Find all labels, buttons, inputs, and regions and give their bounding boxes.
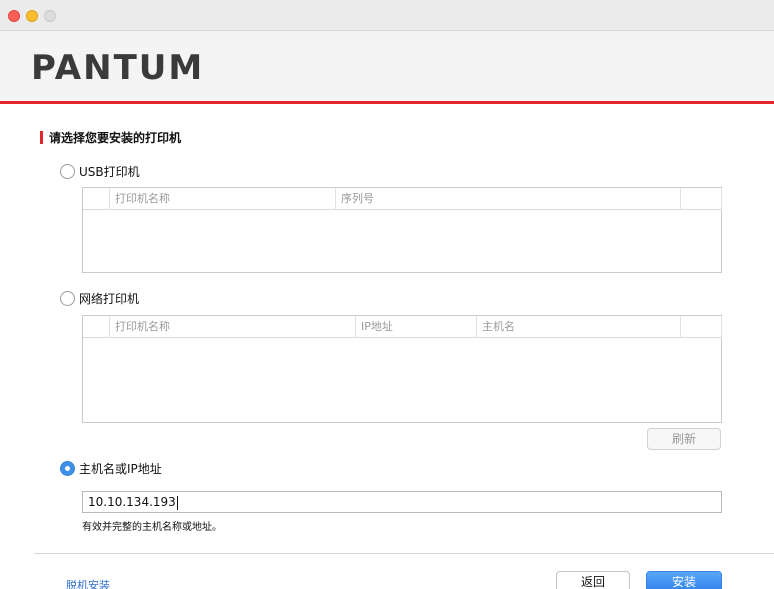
footer-divider — [34, 553, 774, 554]
back-button[interactable]: 返回 — [556, 571, 630, 589]
section-title-marker — [40, 131, 43, 144]
usb-column-blank — [680, 188, 722, 210]
pantum-logo: PANTUM — [31, 48, 205, 88]
app-header: PANTUM — [0, 31, 774, 101]
section-title-text: 请选择您要安装的打印机 — [49, 131, 182, 145]
header-accent-line — [0, 101, 774, 104]
host-ip-input[interactable]: 10.10.134.193 — [82, 491, 722, 513]
window-minimize-button[interactable] — [26, 10, 38, 22]
usb-printer-option[interactable]: USB打印机 — [60, 163, 140, 180]
usb-printer-table[interactable]: 打印机名称 序列号 — [82, 187, 722, 273]
host-ip-label: 主机名或IP地址 — [79, 462, 162, 476]
usb-printer-label: USB打印机 — [79, 165, 140, 179]
window-titlebar — [0, 0, 774, 31]
network-column-hostname[interactable]: 主机名 — [476, 316, 680, 338]
host-ip-hint: 有效并完整的主机名称或地址。 — [82, 522, 222, 533]
usb-column-serial-number[interactable]: 序列号 — [335, 188, 680, 210]
install-button[interactable]: 安装 — [646, 571, 722, 589]
network-printer-label: 网络打印机 — [79, 292, 140, 306]
radio-unselected-icon[interactable] — [60, 164, 75, 179]
host-ip-input-value: 10.10.134.193 — [88, 495, 176, 509]
radio-unselected-icon[interactable] — [60, 291, 75, 306]
window-close-button[interactable] — [8, 10, 20, 22]
usb-printer-table-header: 打印机名称 序列号 — [83, 188, 722, 210]
network-column-blank — [680, 316, 722, 338]
network-printer-table-header: 打印机名称 IP地址 主机名 — [83, 316, 722, 338]
refresh-button[interactable]: 刷新 — [647, 428, 721, 450]
network-printer-option[interactable]: 网络打印机 — [60, 290, 139, 307]
text-caret — [176, 495, 178, 510]
host-ip-option[interactable]: 主机名或IP地址 — [60, 460, 162, 477]
offline-install-link[interactable]: 脱机安装 — [66, 577, 110, 589]
network-column-printer-name[interactable]: 打印机名称 — [109, 316, 355, 338]
section-title: 请选择您要安装的打印机 — [40, 130, 181, 145]
window-maximize-button[interactable] — [44, 10, 56, 22]
radio-selected-icon[interactable] — [60, 461, 75, 476]
network-printer-table[interactable]: 打印机名称 IP地址 主机名 — [82, 315, 722, 423]
usb-column-printer-name[interactable]: 打印机名称 — [109, 188, 335, 210]
network-column-ip-address[interactable]: IP地址 — [355, 316, 476, 338]
